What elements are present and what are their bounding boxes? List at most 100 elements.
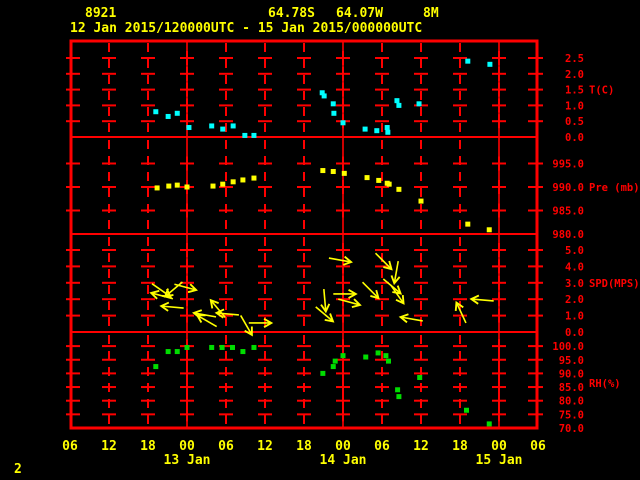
hour-label: 06 xyxy=(218,439,234,454)
wind_speed-tick-label: 2.0 xyxy=(565,294,584,306)
relative_humidity-point xyxy=(395,387,401,393)
wind-vector-arrow xyxy=(320,288,331,314)
temperature-point xyxy=(174,110,180,116)
wind-vector-arrow xyxy=(209,298,226,318)
temperature-point xyxy=(340,120,346,126)
hour-label: 06 xyxy=(374,439,390,454)
temperature-tick-label: 0.5 xyxy=(565,116,584,128)
relative_humidity-point xyxy=(330,364,336,370)
relative_humidity-point xyxy=(386,358,391,364)
relative_humidity-point xyxy=(219,344,225,350)
page-number: 2 xyxy=(14,462,22,477)
relative_humidity-tick-label: 100.0 xyxy=(552,341,584,353)
temperature-point xyxy=(186,125,192,131)
temperature-tick-label: 1.5 xyxy=(565,85,584,97)
pressure-point xyxy=(166,183,172,189)
wind-vector-arrow xyxy=(389,284,405,305)
temperature-point xyxy=(242,132,248,138)
relative_humidity-point xyxy=(174,349,180,355)
pressure-point xyxy=(376,177,382,183)
temperature-point xyxy=(362,126,368,132)
wind_speed-tick-label: 3.0 xyxy=(565,278,584,290)
hour-label: 00 xyxy=(491,439,507,454)
pressure-point xyxy=(364,175,370,181)
right-axis-labels: 2.5 2.0 1.5 1.0 0.5 0.0 T(C) 995.0 990.0 985.0 980… xyxy=(552,53,639,435)
hour-label: 18 xyxy=(140,439,156,454)
wind-vector-arrow xyxy=(163,281,183,298)
pressure-point xyxy=(418,198,424,204)
wind-vector-arrow xyxy=(159,301,184,312)
x-axis-labels: 06 12 18 00 06 12 18 00 06 12 18 00 06 13 Jan 14 Jan 15… xyxy=(62,439,546,468)
relative_humidity-point xyxy=(396,394,402,400)
pressure-unit-label: Pre (mb) xyxy=(589,182,640,194)
relative_humidity-unit-label: RH(%) xyxy=(589,378,621,390)
pressure-point xyxy=(320,168,326,174)
pressure-series xyxy=(154,168,492,233)
temperature-point xyxy=(465,58,471,64)
temperature-point xyxy=(385,129,391,135)
temperature-tick-label: 2.0 xyxy=(565,69,584,81)
meteogram-plot: 2.5 2.0 1.5 1.0 0.5 0.0 T(C) 995.0 990.0 985.0 980… xyxy=(62,39,640,468)
wind-vector-arrow xyxy=(174,283,198,294)
pressure-tick-label: 980.0 xyxy=(552,229,584,241)
hour-label: 12 xyxy=(413,439,429,454)
relative_humidity-tick-label: 80.0 xyxy=(559,396,584,408)
wind-vector-arrow xyxy=(315,306,335,323)
date-label: 13 Jan xyxy=(164,453,211,468)
relative_humidity-tick-label: 95.0 xyxy=(559,355,584,367)
pressure-point xyxy=(230,179,236,185)
temperature-point xyxy=(330,101,336,107)
relative_humidity-point xyxy=(320,370,326,376)
relative_humidity-point xyxy=(251,344,257,350)
wind_speed-tick-label: 0.0 xyxy=(565,327,584,339)
pressure-point xyxy=(396,186,402,192)
pressure-point xyxy=(465,221,471,227)
temperature-point xyxy=(331,110,337,116)
relative_humidity-tick-label: 90.0 xyxy=(559,368,584,380)
temperature-point xyxy=(209,123,215,129)
relative_humidity-point xyxy=(165,349,171,355)
pressure-point xyxy=(251,175,257,181)
pressure-tick-label: 995.0 xyxy=(552,159,584,171)
wind-vector-arrow xyxy=(328,255,353,266)
pressure-point xyxy=(174,182,180,188)
relative_humidity-point xyxy=(230,344,235,350)
hour-label: 00 xyxy=(179,439,195,454)
relative_humidity-tick-label: 75.0 xyxy=(559,409,584,421)
temperature-point xyxy=(394,98,400,104)
date-label: 15 Jan xyxy=(476,453,523,468)
relative_humidity-point xyxy=(153,364,159,370)
relative_humidity-point xyxy=(332,358,338,364)
relative_humidity-tick-label: 85.0 xyxy=(559,382,584,394)
wind-vector-arrow xyxy=(390,261,401,286)
temperature-point xyxy=(384,125,390,131)
hour-label: 18 xyxy=(452,439,468,454)
temperature-tick-label: 0.0 xyxy=(565,132,584,144)
temperature-point xyxy=(153,109,159,115)
meteogram-window: 8921 64.78S 64.07W 8M 12 Jan 2015/120000… xyxy=(0,0,640,480)
relative_humidity-point xyxy=(464,407,469,413)
wind_speed-series xyxy=(149,252,494,337)
pressure-point xyxy=(220,181,226,187)
temperature-point xyxy=(416,101,422,107)
wind_speed-unit-label: SPD(MPS) xyxy=(589,278,640,290)
pressure-point xyxy=(330,168,336,174)
wind-vector-arrow xyxy=(469,294,494,305)
temperature-point xyxy=(374,128,380,134)
pressure-tick-label: 990.0 xyxy=(552,182,584,194)
relative_humidity-point xyxy=(240,349,246,355)
hour-label: 00 xyxy=(335,439,351,454)
relative_humidity-point xyxy=(363,354,369,360)
temperature-point xyxy=(165,113,171,119)
pressure-tick-label: 985.0 xyxy=(552,206,584,218)
temperature-tick-label: 1.0 xyxy=(565,100,584,112)
relative_humidity-point xyxy=(340,353,346,359)
hour-label: 06 xyxy=(530,439,546,454)
relative_humidity-series xyxy=(153,344,492,427)
relative_humidity-point xyxy=(417,374,423,380)
temperature-point xyxy=(230,123,236,129)
wind_speed-tick-label: 5.0 xyxy=(565,245,584,257)
hour-label: 12 xyxy=(257,439,273,454)
temperature-point xyxy=(396,102,402,108)
relative_humidity-point xyxy=(209,344,215,350)
